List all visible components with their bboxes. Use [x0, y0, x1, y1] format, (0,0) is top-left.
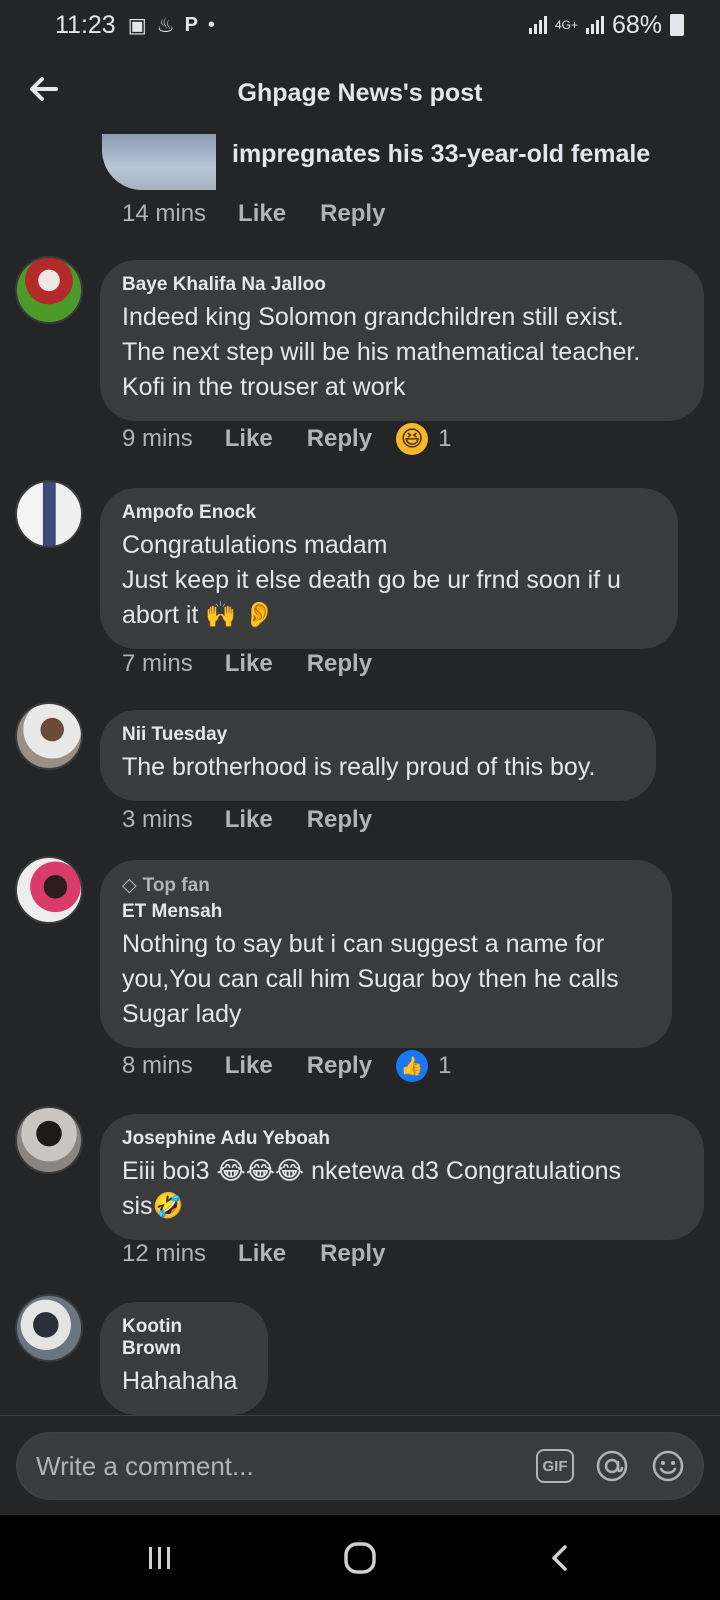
comment-bubble[interactable]: Baye Khalifa Na Jalloo Indeed king Solom…: [100, 260, 704, 421]
comments-feed[interactable]: impregnates his 33-year-old female 14 mi…: [0, 130, 720, 1415]
comment-time: 14 mins: [122, 200, 207, 227]
comment-line: The next step will be his mathematical t…: [122, 338, 641, 366]
comment-text: Hahahaha: [122, 1364, 246, 1399]
comment-text: Congratulations madam Just keep it else …: [122, 528, 656, 633]
comment-composer-bar: Write a comment... GIF: [0, 1415, 720, 1515]
mention-icon[interactable]: [594, 1448, 630, 1484]
comment-bubble[interactable]: Kootin Brown Hahahaha: [100, 1302, 268, 1415]
comment-text: Eiii boi3 😂😂😂 nketewa d3 Congratulations…: [122, 1154, 682, 1224]
commenter-name[interactable]: Ampofo Enock: [122, 502, 656, 524]
like-button[interactable]: Like: [238, 200, 286, 228]
battery-percent: 68%: [611, 10, 662, 39]
back-arrow-icon[interactable]: [26, 72, 66, 112]
comment-line: sis🤣: [122, 1192, 184, 1220]
comment-bubble[interactable]: Josephine Adu Yeboah Eiii boi3 😂😂😂 nkete…: [100, 1114, 704, 1240]
comment-actions: 12 mins Like Reply: [122, 1240, 419, 1268]
gif-button[interactable]: GIF: [536, 1449, 574, 1483]
comment-time: 8 mins: [122, 1052, 193, 1079]
commenter-name[interactable]: Baye Khalifa Na Jalloo: [122, 274, 682, 296]
more-notifications-dot: •: [207, 13, 215, 36]
commenter-name[interactable]: ET Mensah: [122, 901, 650, 923]
comment-line: Sugar lady: [122, 1000, 242, 1028]
emoji-icon[interactable]: [650, 1448, 686, 1484]
network-type: 4G+: [554, 18, 578, 32]
like-button[interactable]: Like: [238, 1240, 286, 1268]
gallery-icon: ▣: [127, 14, 147, 37]
like-button[interactable]: Like: [225, 425, 273, 453]
avatar[interactable]: [15, 702, 83, 770]
like-button[interactable]: Like: [225, 1052, 273, 1080]
avatar[interactable]: [15, 856, 83, 924]
comment-time: 9 mins: [122, 425, 193, 452]
comment-line: you,You can call him Sugar boy then he c…: [122, 965, 619, 993]
previous-post-actions: 14 mins Like Reply: [122, 200, 419, 228]
reply-button[interactable]: Reply: [307, 806, 372, 834]
comment-bubble[interactable]: Nii Tuesday The brotherhood is really pr…: [100, 710, 656, 801]
comment-input[interactable]: Write a comment... GIF: [16, 1432, 704, 1500]
back-icon[interactable]: [530, 1533, 590, 1583]
p-notification-icon: P: [184, 13, 198, 36]
home-icon[interactable]: [330, 1533, 390, 1583]
comment-line: Hahahaha: [122, 1367, 238, 1395]
comment-text: The brotherhood is really proud of this …: [122, 750, 634, 785]
comment-actions: 9 mins Like Reply 😆 1: [122, 423, 451, 455]
commenter-name[interactable]: Nii Tuesday: [122, 724, 634, 746]
comment-line: Eiii boi3 😂😂😂 nketewa d3 Congratulations: [122, 1157, 621, 1185]
comment-text: Indeed king Solomon grandchildren still …: [122, 300, 682, 405]
comment-line: The brotherhood is really proud of this …: [122, 753, 596, 781]
comment-text: Nothing to say but i can suggest a name …: [122, 927, 650, 1032]
reply-button[interactable]: Reply: [320, 1240, 385, 1268]
avatar[interactable]: [15, 256, 83, 324]
comment-line: Congratulations madam: [122, 531, 388, 559]
like-button[interactable]: Like: [225, 806, 273, 834]
commenter-name[interactable]: Kootin Brown: [122, 1316, 246, 1360]
comment-actions: 8 mins Like Reply 👍 1: [122, 1050, 451, 1082]
reply-button[interactable]: Reply: [320, 200, 385, 228]
comment-time: 7 mins: [122, 650, 193, 677]
comment-placeholder[interactable]: Write a comment...: [36, 1451, 516, 1482]
reaction-summary[interactable]: 👍 1: [396, 1050, 451, 1082]
comment-actions: 7 mins Like Reply: [122, 650, 406, 678]
comment-bubble[interactable]: ◇ Top fan ET Mensah Nothing to say but i …: [100, 860, 672, 1048]
commenter-name[interactable]: Josephine Adu Yeboah: [122, 1128, 682, 1150]
signal-strength-icon: [528, 16, 547, 34]
diamond-icon: ◇: [122, 875, 137, 896]
reaction-summary[interactable]: 😆 1: [396, 423, 451, 455]
battery-icon: [670, 14, 684, 36]
status-time: 11:23: [55, 10, 116, 39]
laugh-reaction-icon: 😆: [396, 423, 429, 455]
comment-line: Indeed king Solomon grandchildren still …: [122, 303, 624, 331]
shared-link-title[interactable]: impregnates his 33-year-old female: [232, 140, 650, 169]
recent-apps-icon[interactable]: [130, 1533, 190, 1583]
avatar[interactable]: [15, 1294, 83, 1362]
comment-line: abort it 🙌 👂: [122, 601, 275, 629]
reaction-count: 1: [438, 1052, 452, 1079]
badge-label: Top fan: [142, 875, 210, 896]
comment-time: 12 mins: [122, 1240, 207, 1267]
comment-line: Nothing to say but i can suggest a name …: [122, 930, 605, 958]
reply-button[interactable]: Reply: [307, 650, 372, 678]
comment-time: 3 mins: [122, 806, 193, 833]
like-button[interactable]: Like: [225, 650, 273, 678]
reaction-count: 1: [438, 425, 452, 452]
comment-bubble[interactable]: Ampofo Enock Congratulations madam Just …: [100, 488, 678, 649]
reply-button[interactable]: Reply: [307, 1052, 372, 1080]
avatar[interactable]: [15, 1106, 83, 1174]
comment-actions: 3 mins Like Reply: [122, 806, 406, 834]
comment-line: Just keep it else death go be ur frnd so…: [122, 566, 621, 594]
shared-link-thumbnail[interactable]: [102, 134, 216, 190]
thumbs-up-reaction-icon: 👍: [396, 1050, 429, 1082]
app-notification-icon: ♨: [156, 14, 175, 37]
comment-line: Kofi in the trouser at work: [122, 373, 406, 401]
system-navigation-bar: [0, 1515, 720, 1600]
reply-button[interactable]: Reply: [307, 425, 372, 453]
page-title: Ghpage News's post: [237, 78, 483, 107]
post-header: Ghpage News's post: [0, 58, 720, 128]
avatar[interactable]: [15, 480, 83, 548]
signal-strength-icon-2: [585, 16, 604, 34]
status-bar: 11:23 ▣ ♨ P • 4G+ 68%: [0, 0, 720, 50]
top-fan-badge: ◇ Top fan: [122, 874, 650, 897]
